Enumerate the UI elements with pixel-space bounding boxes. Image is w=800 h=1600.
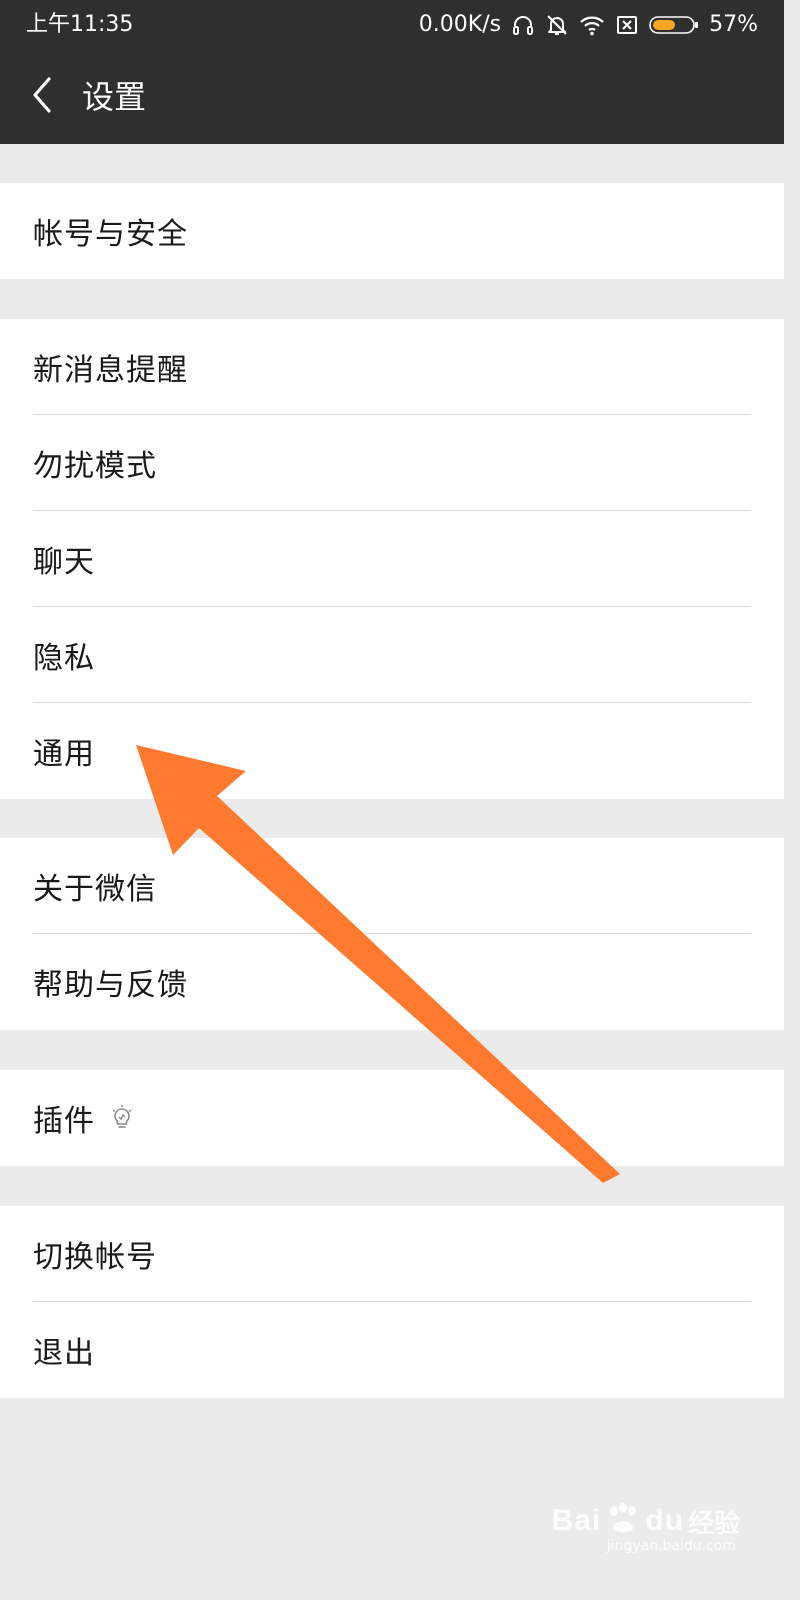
back-button[interactable] — [22, 74, 62, 120]
battery-percent: 57% — [709, 12, 758, 37]
settings-item-about-wechat[interactable]: 关于微信 — [0, 838, 784, 934]
settings-item-switch-account[interactable]: 切换帐号 — [0, 1206, 784, 1302]
settings-item-general[interactable]: 通用 — [0, 703, 784, 799]
watermark-product: 经验 — [687, 1508, 740, 1539]
status-indicators: 0.00K/s 57% — [419, 9, 758, 41]
settings-item-privacy[interactable]: 隐私 — [0, 607, 784, 703]
settings-group-about: 关于微信 帮助与反馈 — [0, 838, 784, 1030]
settings-item-plugins[interactable]: 插件 — [0, 1070, 784, 1166]
settings-item-label: 通用 — [33, 737, 95, 772]
settings-group-plugins: 插件 — [0, 1070, 784, 1166]
settings-group-general: 新消息提醒 勿扰模式 聊天 隐私 通用 — [0, 319, 784, 799]
settings-item-label: 退出 — [33, 1336, 95, 1371]
baidu-jingyan-watermark: Bai du 经验 jingyan.baidu.com — [551, 1502, 740, 1554]
settings-item-account-security[interactable]: 帐号与安全 — [0, 183, 784, 279]
settings-item-label: 隐私 — [33, 641, 95, 676]
settings-item-label: 帐号与安全 — [33, 217, 188, 252]
wifi-icon — [579, 13, 605, 37]
page-title: 设置 — [82, 78, 147, 116]
settings-item-new-message-alerts[interactable]: 新消息提醒 — [0, 319, 784, 415]
settings-item-chats[interactable]: 聊天 — [0, 511, 784, 607]
status-time: 上午11:35 — [26, 12, 134, 37]
settings-item-label: 新消息提醒 — [33, 353, 188, 388]
settings-item-label: 聊天 — [33, 545, 95, 580]
settings-item-label: 关于微信 — [33, 872, 157, 907]
settings-item-do-not-disturb[interactable]: 勿扰模式 — [0, 415, 784, 511]
settings-item-help-feedback[interactable]: 帮助与反馈 — [0, 934, 784, 1030]
paw-icon — [605, 1502, 641, 1540]
settings-item-label: 切换帐号 — [33, 1240, 157, 1275]
watermark-brand: Bai — [551, 1504, 602, 1537]
settings-item-label: 插件 — [33, 1104, 95, 1139]
status-bar: 上午11:35 0.00K/s 57% — [0, 0, 784, 50]
network-speed: 0.00K/s — [418, 12, 502, 37]
headphones-icon — [511, 13, 535, 37]
mute-icon — [545, 13, 569, 37]
watermark-brand-suffix: du — [645, 1504, 684, 1537]
nav-bar: 设置 — [0, 50, 784, 144]
watermark-url: jingyan.baidu.com — [606, 1538, 736, 1554]
no-sim-icon — [615, 13, 639, 37]
settings-item-label: 勿扰模式 — [33, 449, 157, 484]
settings-group-account: 帐号与安全 — [0, 183, 784, 279]
settings-item-label: 帮助与反馈 — [33, 968, 188, 1003]
settings-item-log-out[interactable]: 退出 — [0, 1302, 784, 1398]
settings-group-session: 切换帐号 退出 — [0, 1206, 784, 1398]
battery-icon — [649, 13, 699, 37]
chevron-left-icon — [30, 75, 54, 119]
settings-screen: 上午11:35 0.00K/s 57% 设置 帐号与安全 新消息提醒 勿扰模式 … — [0, 0, 784, 1568]
lightbulb-icon — [109, 1104, 135, 1132]
